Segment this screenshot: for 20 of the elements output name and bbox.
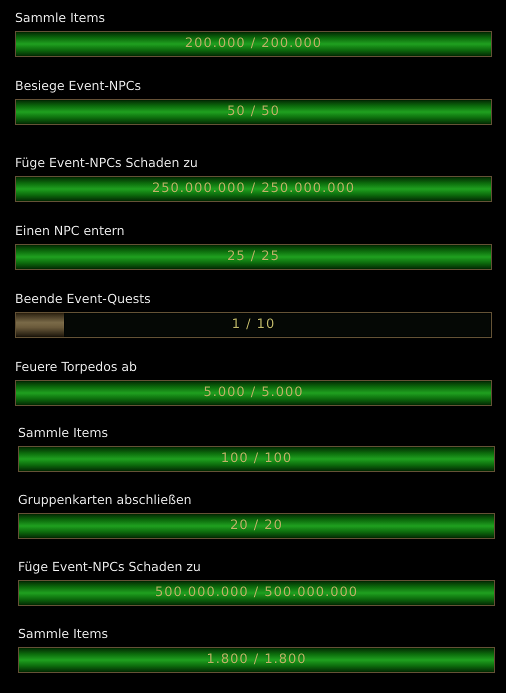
task-label: Einen NPC entern <box>15 223 126 239</box>
task-label: Besiege Event-NPCs <box>15 78 142 94</box>
progress-reading: 1 / 10 <box>232 316 276 334</box>
task-label: Sammle Items <box>18 626 110 642</box>
progress-reading: 20 / 20 <box>230 517 283 536</box>
progress-reading: 25 / 25 <box>227 248 280 266</box>
progress-reading: 5.000 / 5.000 <box>203 384 304 402</box>
task-label: Sammle Items <box>18 425 110 441</box>
progress-reading: 250.000.000 / 250.000.000 <box>152 180 356 198</box>
task-label: Füge Event-NPCs Schaden zu <box>15 155 199 171</box>
progress-reading: 500.000.000 / 500.000.000 <box>154 584 358 602</box>
progress-reading: 100 / 100 <box>220 450 292 468</box>
progress-reading: 200.000 / 200.000 <box>184 35 322 54</box>
task-label: Gruppenkarten abschließen <box>18 492 193 508</box>
task-label: Beende Event-Quests <box>15 291 152 307</box>
progress-reading: 50 / 50 <box>227 103 280 122</box>
progress-reading: 1.800 / 1.800 <box>206 651 307 670</box>
task-label: Füge Event-NPCs Schaden zu <box>18 559 202 575</box>
task-label: Feuere Torpedos ab <box>15 359 138 375</box>
task-label: Sammle Items <box>15 10 106 26</box>
